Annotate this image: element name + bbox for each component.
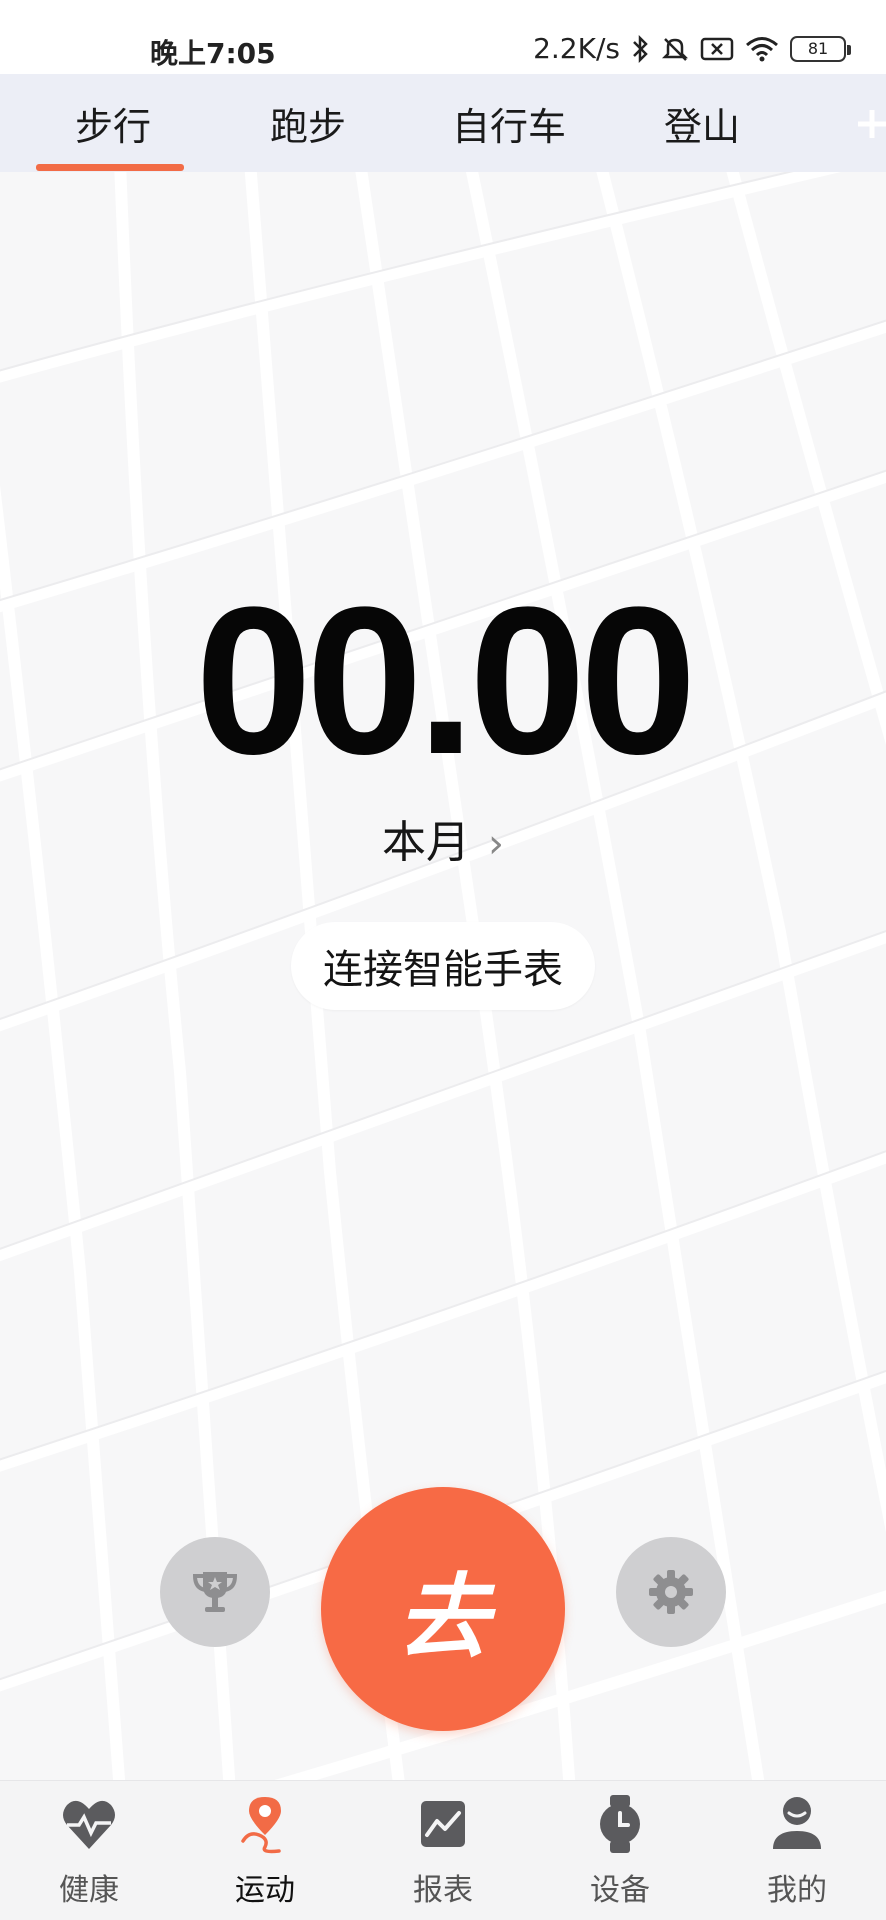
nav-label-profile: 我的 (767, 1873, 827, 1908)
nav-label-devices: 设备 (590, 1873, 650, 1908)
battery-level: 81 (807, 39, 829, 58)
trophy-icon (192, 1572, 238, 1612)
settings-button[interactable] (616, 1537, 726, 1647)
sport-type-tabs: 步行 跑步 自行车 登山 (0, 74, 886, 172)
tab-cycling[interactable]: 自行车 (452, 96, 566, 151)
heart-pulse-icon (63, 1800, 115, 1849)
watch-icon (600, 1795, 640, 1853)
status-time: 晚上7:05 (150, 37, 276, 70)
gear-icon (649, 1570, 693, 1614)
chevron-right-icon: › (488, 821, 504, 867)
mute-icon (661, 37, 689, 61)
network-speed: 2.2K/s (533, 32, 620, 65)
tab-hiking[interactable]: 登山 (664, 96, 740, 151)
connect-watch-label: 连接智能手表 (323, 947, 563, 993)
status-bar: 晚上7:05 2.2K/s 81 (0, 0, 886, 74)
nav-label-sports: 运动 (235, 1873, 295, 1908)
nav-item-reports[interactable]: 报表 (373, 1791, 513, 1911)
start-workout-label: 去 (396, 1563, 489, 1671)
nav-label-health: 健康 (59, 1873, 119, 1908)
bottom-navigation: 健康 运动 报表 设备 我的 (0, 1780, 886, 1920)
nav-label-reports: 报表 (413, 1873, 473, 1908)
period-selector[interactable]: 本月 › (0, 806, 886, 870)
bluetooth-icon (633, 34, 648, 63)
period-label: 本月 (382, 817, 470, 868)
tab-walking[interactable]: 步行 (75, 96, 151, 151)
battery-icon: 81 (790, 35, 851, 62)
nav-item-sports[interactable]: 运动 (195, 1791, 335, 1911)
chart-icon (421, 1801, 465, 1847)
start-workout-button[interactable]: 去 (321, 1487, 565, 1731)
distance-value: 00.00 (195, 563, 697, 798)
wifi-icon (746, 36, 778, 61)
location-pin-icon (241, 1797, 281, 1854)
person-icon (773, 1797, 821, 1849)
status-icons: 2.2K/s 81 (533, 32, 851, 65)
tab-running[interactable]: 跑步 (270, 96, 346, 151)
connect-watch-button[interactable]: 连接智能手表 (291, 922, 595, 1010)
nav-item-profile[interactable]: 我的 (727, 1791, 867, 1911)
nav-item-devices[interactable]: 设备 (550, 1791, 690, 1911)
active-tab-indicator (36, 164, 184, 171)
sim-off-icon (700, 37, 734, 60)
trophy-button[interactable] (160, 1537, 270, 1647)
add-tab-icon[interactable] (846, 96, 886, 156)
nav-item-health[interactable]: 健康 (19, 1791, 159, 1911)
